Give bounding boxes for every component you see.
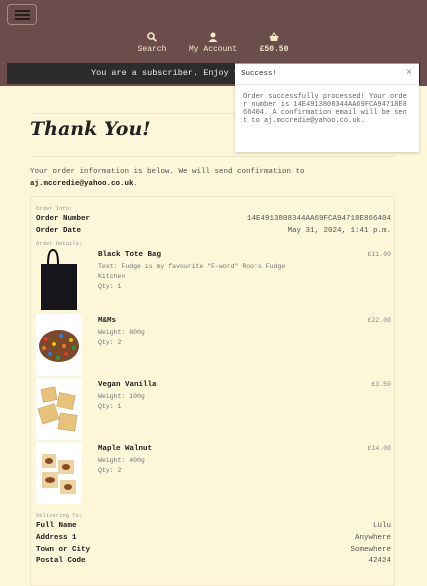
delivery-key: Address 1 xyxy=(36,534,77,542)
intro-text: Your order information is below. We will… xyxy=(30,166,305,190)
item-price: £22.00 xyxy=(367,317,391,324)
product-image-mms xyxy=(36,314,82,376)
user-icon xyxy=(208,32,218,42)
nav-my-account[interactable]: My Account xyxy=(188,32,238,54)
menu-toggle-button[interactable] xyxy=(7,4,37,25)
item-qty: Qty: 1 xyxy=(98,283,122,290)
order-number: 14E4913808344AA69FCA94718E866404 xyxy=(246,215,391,223)
delivery-row: Postal Code 42424 xyxy=(36,557,391,565)
delivering-to-label: Delivering To: xyxy=(36,512,83,519)
success-toast: Success! × Order successfully processed!… xyxy=(235,63,419,152)
nav-basket[interactable]: £50.50 xyxy=(258,32,290,54)
item-text: Text: Fudge is my favourite "F-word" Roo… xyxy=(98,263,286,280)
delivery-row: Address 1 Anywhere xyxy=(36,534,391,542)
item-price: £14.00 xyxy=(367,445,391,452)
order-number-row: Order Number 14E4913808344AA69FCA94718E86… xyxy=(36,215,391,223)
order-date-label: Order Date xyxy=(36,227,82,235)
delivery-key: Full Name xyxy=(36,522,77,530)
intro-email: aj.mccredie@yahoo.co.uk xyxy=(30,180,134,188)
order-number-label: Order Number xyxy=(36,215,91,223)
basket-icon xyxy=(269,32,279,41)
delivery-value: Anywhere xyxy=(354,534,391,542)
nav-my-account-label: My Account xyxy=(188,45,237,54)
item-name: Vegan Vanilla xyxy=(98,381,157,389)
item-price: £11.00 xyxy=(367,251,391,258)
order-item: Black Tote Bag Text: Fudge is my favouri… xyxy=(36,248,391,310)
order-info-label: Order Info: xyxy=(36,205,73,212)
product-image-vegan-vanilla xyxy=(36,378,82,440)
page-title: Thank You! xyxy=(30,118,151,140)
delivery-key: Town or City xyxy=(36,546,91,554)
item-qty: Qty: 1 xyxy=(98,403,122,410)
item-qty: Qty: 2 xyxy=(98,339,122,346)
delivery-value: Somewhere xyxy=(350,546,391,554)
item-weight: Weight: 100g xyxy=(98,393,145,400)
basket-total: £50.50 xyxy=(259,45,289,54)
delivery-key: Postal Code xyxy=(36,557,86,565)
nav-search-label: Search xyxy=(137,45,167,54)
product-image-maple-walnut xyxy=(36,442,82,504)
search-icon xyxy=(147,32,157,42)
intro-sentence: Your order information is below. We will… xyxy=(30,168,305,176)
order-summary: Order Info: Order Number 14E4913808344AA6… xyxy=(30,196,395,586)
item-weight: Weight: 400g xyxy=(98,457,145,464)
nav-search[interactable]: Search xyxy=(137,32,167,54)
order-date: May 31, 2024, 1:41 p.m. xyxy=(287,227,391,235)
intro-period: . xyxy=(133,180,139,188)
item-price: £3.50 xyxy=(371,381,391,388)
order-details-label: Order Details: xyxy=(36,240,83,247)
close-icon[interactable]: × xyxy=(406,68,412,79)
toast-title: Success! xyxy=(235,64,419,85)
order-item: Vegan Vanilla Weight: 100g Qty: 1 £3.50 xyxy=(36,378,391,440)
delivery-row: Town or City Somewhere xyxy=(36,546,391,554)
item-weight: Weight: 800g xyxy=(98,329,145,336)
delivery-value: Lulu xyxy=(372,522,391,530)
delivery-value: 42424 xyxy=(368,557,391,565)
item-name: Black Tote Bag xyxy=(98,251,162,259)
item-qty: Qty: 2 xyxy=(98,467,122,474)
item-name: Maple Walnut xyxy=(98,445,153,453)
order-date-row: Order Date May 31, 2024, 1:41 p.m. xyxy=(36,227,391,235)
item-name: M&Ms xyxy=(98,317,117,325)
toast-message: Order successfully processed! Your order… xyxy=(243,93,407,125)
order-item: Maple Walnut Weight: 400g Qty: 2 £14.00 xyxy=(36,442,391,504)
product-image-tote-bag xyxy=(36,248,82,310)
delivery-row: Full Name Lulu xyxy=(36,522,391,530)
order-item: M&Ms Weight: 800g Qty: 2 £22.00 xyxy=(36,314,391,376)
divider xyxy=(30,156,395,157)
